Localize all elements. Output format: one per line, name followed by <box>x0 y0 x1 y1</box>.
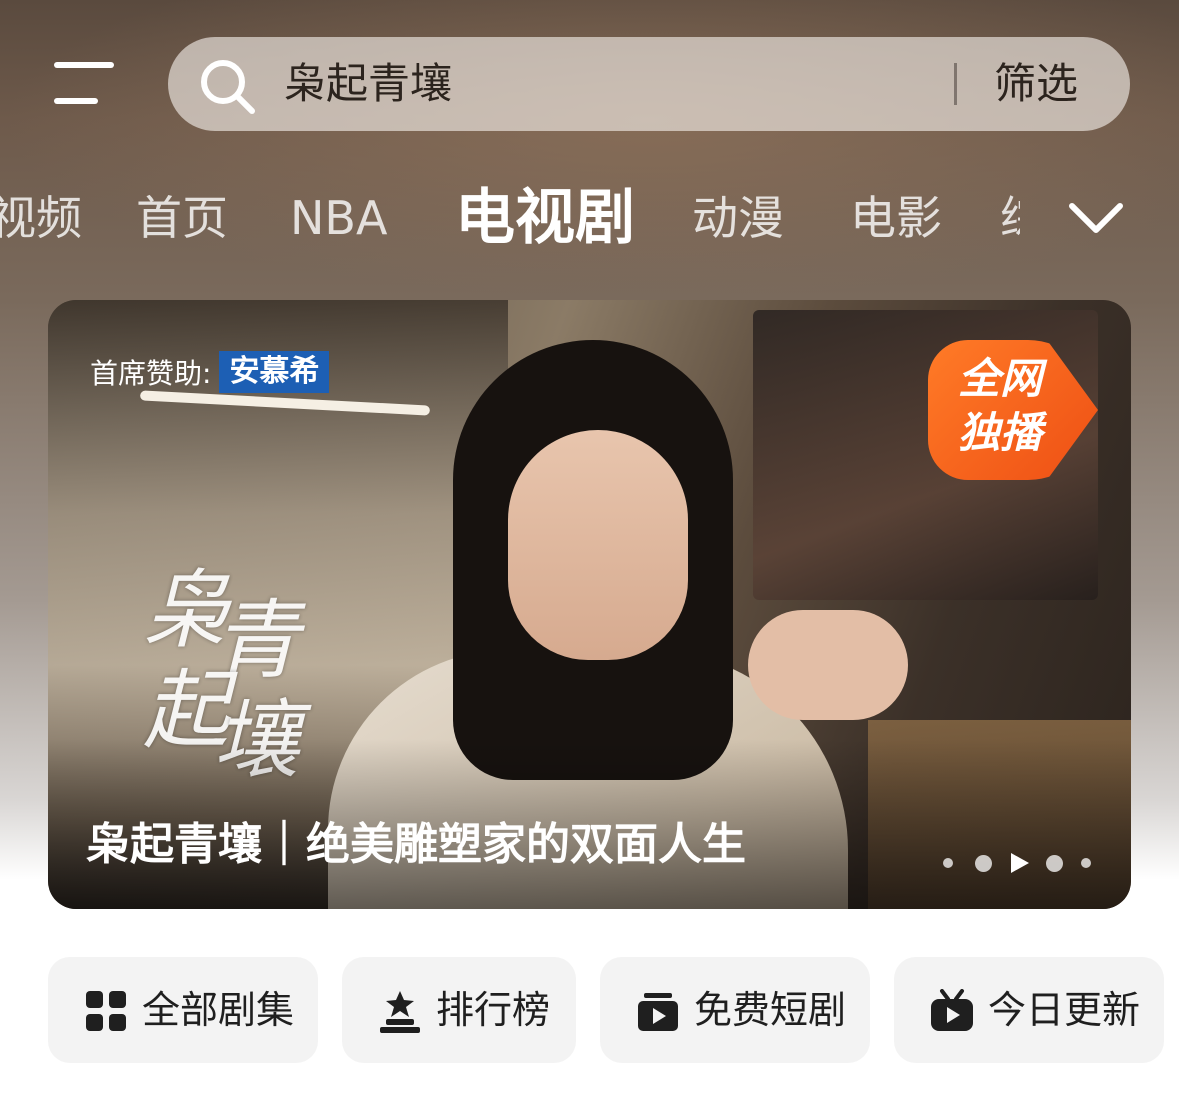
exclusive-badge: 全网独播 <box>928 340 1098 480</box>
search-input[interactable]: 枭起青壤 <box>284 57 452 111</box>
tv-play-icon <box>931 989 973 1031</box>
tab-video[interactable]: 视频 <box>0 178 82 258</box>
menu-icon[interactable] <box>52 58 116 108</box>
banner-person-hands <box>748 610 908 720</box>
tab-nba[interactable]: NBA <box>290 178 387 258</box>
search-bar[interactable]: 枭起青壤 筛选 <box>168 37 1130 131</box>
search-divider <box>954 63 957 105</box>
tab-variety-clipped[interactable]: 综 <box>1000 178 1020 258</box>
short-drama-icon <box>638 993 678 1031</box>
search-icon <box>201 60 255 114</box>
hero-banner[interactable]: 枭 青 起 壤 首席赞助: 安慕希 全网独播 枭起青壤｜绝美雕塑家的双面人生 <box>48 300 1131 909</box>
tab-tv-series[interactable]: 电视剧 <box>455 178 635 258</box>
carousel-dot <box>943 858 953 868</box>
quick-free-short-drama[interactable]: 免费短剧 <box>600 957 870 1063</box>
carousel-indicator <box>943 853 1103 873</box>
carousel-dot-active <box>1011 853 1029 873</box>
tab-anime[interactable]: 动漫 <box>692 178 784 258</box>
tab-variety[interactable]: 综 <box>1000 178 1020 258</box>
quick-label: 今日更新 <box>988 988 1141 1032</box>
quick-all-series[interactable]: 全部剧集 <box>48 957 318 1063</box>
tab-movie[interactable]: 电影 <box>850 178 942 258</box>
grid-icon <box>86 991 126 1031</box>
sponsor-label: 首席赞助: <box>90 357 212 390</box>
tab-home[interactable]: 首页 <box>136 178 228 258</box>
title-calligraphy: 枭 青 起 壤 <box>143 561 299 791</box>
banner-person-face <box>508 430 688 660</box>
quick-label: 免费短剧 <box>694 988 847 1032</box>
chevron-down-icon[interactable] <box>1066 196 1126 240</box>
carousel-dot <box>1081 858 1091 868</box>
banner-caption: 枭起青壤｜绝美雕塑家的双面人生 <box>86 819 746 870</box>
carousel-dot <box>975 855 992 872</box>
filter-button[interactable]: 筛选 <box>994 57 1078 111</box>
sponsor-logo: 安慕希 <box>219 351 330 393</box>
quick-today-update[interactable]: 今日更新 <box>894 957 1164 1063</box>
ranking-icon <box>380 991 420 1033</box>
quick-ranking[interactable]: 排行榜 <box>342 957 576 1063</box>
carousel-dot <box>1046 855 1063 872</box>
quick-label: 排行榜 <box>436 988 551 1032</box>
quick-label: 全部剧集 <box>142 988 295 1032</box>
badge-text: 全网独播 <box>958 354 1043 457</box>
channel-tabs: 视频 首页 NBA 电视剧 动漫 电影 综 <box>0 178 1179 258</box>
sponsor-tag: 首席赞助: 安慕希 <box>90 350 330 394</box>
